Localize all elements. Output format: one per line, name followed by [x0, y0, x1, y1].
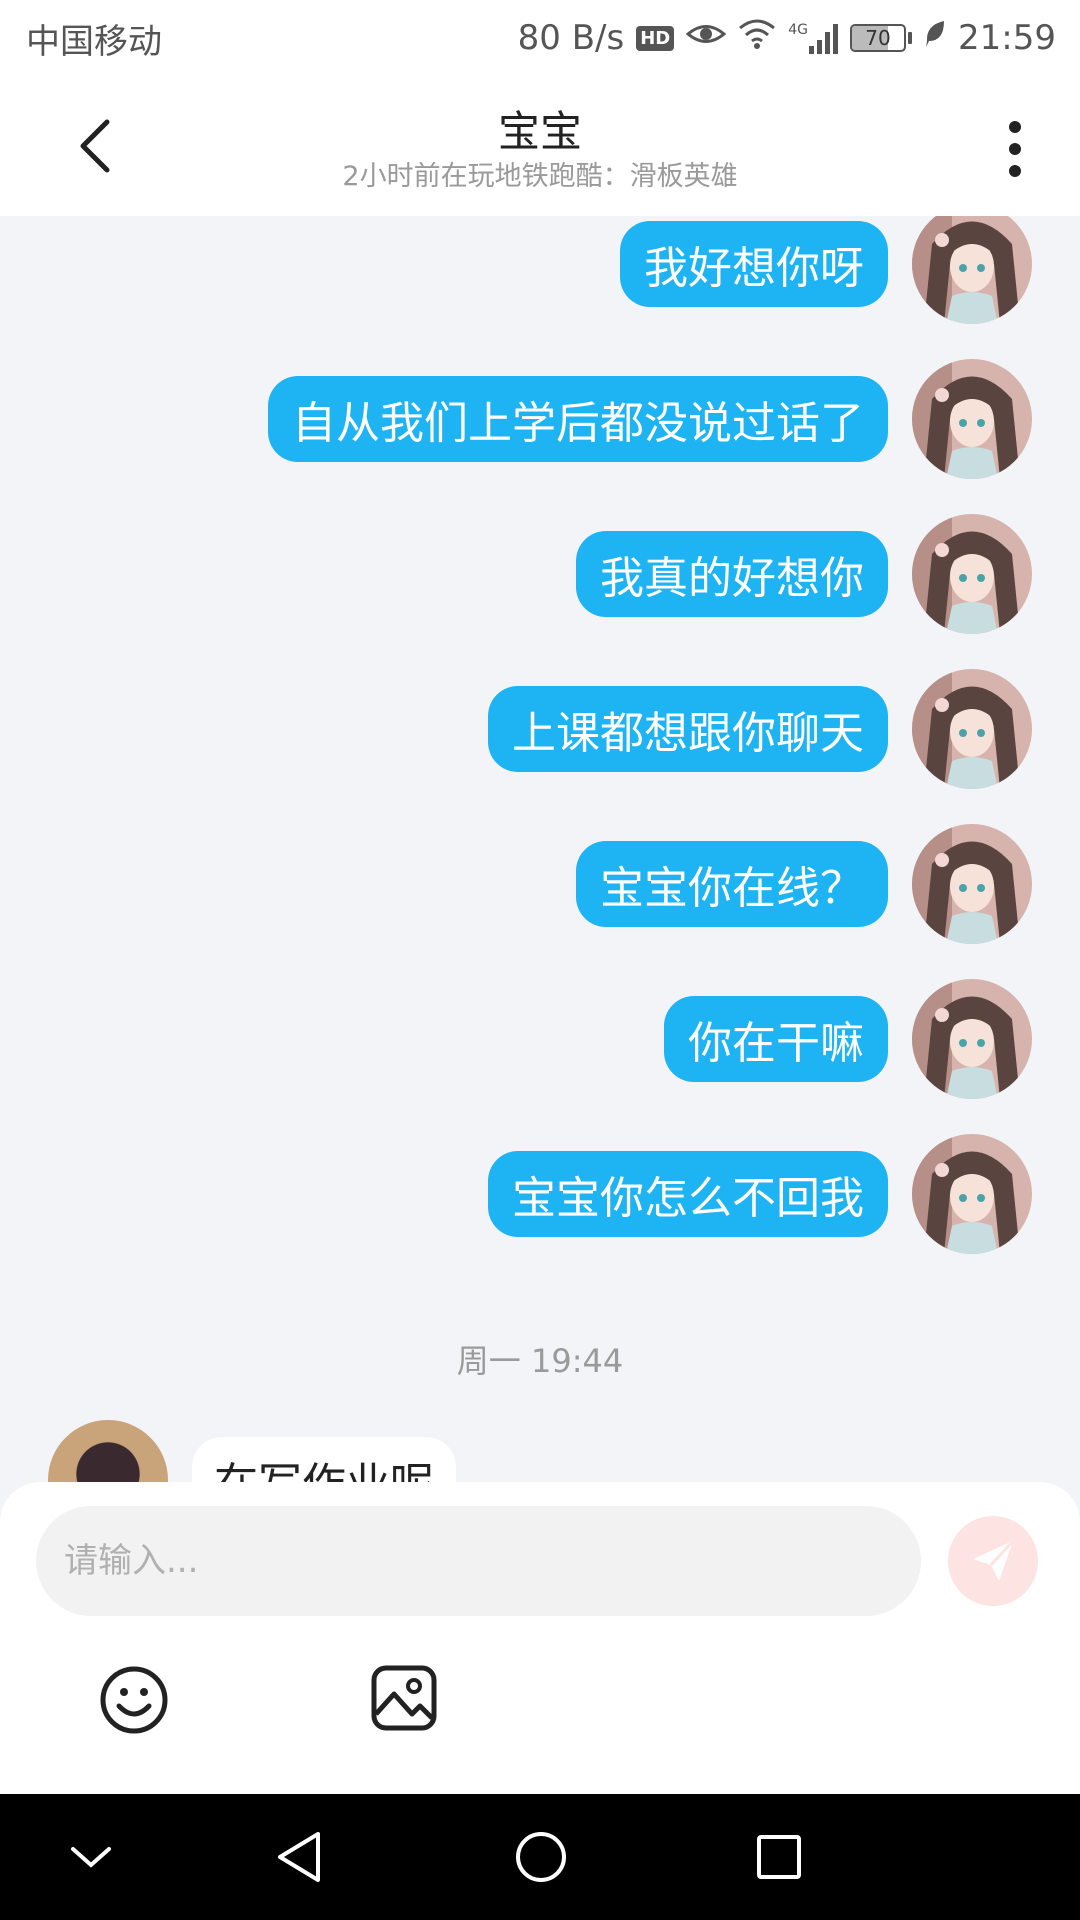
message-bubble[interactable]: 我好想你呀	[620, 221, 888, 307]
outgoing-message: 你在干嘛	[664, 979, 1032, 1099]
my-avatar[interactable]	[912, 1134, 1032, 1254]
emoji-button[interactable]	[98, 1664, 170, 1736]
image-icon	[371, 1665, 437, 1731]
nav-recents-button[interactable]	[746, 1824, 812, 1890]
image-button[interactable]	[370, 1664, 438, 1732]
message-bubble[interactable]: 宝宝你在线？	[576, 841, 888, 927]
chat-title: 宝宝	[497, 107, 582, 156]
my-avatar[interactable]	[912, 979, 1032, 1099]
outgoing-message: 我好想你呀	[620, 216, 1032, 324]
back-triangle-icon	[278, 1832, 320, 1882]
recents-square-icon	[757, 1835, 801, 1879]
my-avatar[interactable]	[912, 216, 1032, 324]
more-vertical-icon	[1009, 121, 1021, 177]
send-button[interactable]	[948, 1516, 1038, 1606]
message-bubble[interactable]: 上课都想跟你聊天	[488, 686, 888, 772]
outgoing-message: 宝宝你在线？	[576, 824, 1032, 944]
message-bubble[interactable]: 你在干嘛	[664, 996, 888, 1082]
message-bubble[interactable]: 我真的好想你	[576, 531, 888, 617]
more-options-button[interactable]	[990, 114, 1040, 184]
incoming-message: 在写作业呢	[48, 1420, 456, 1482]
nav-home-button[interactable]	[508, 1824, 574, 1890]
clock: 21:59	[958, 18, 1056, 58]
chat-header: 宝宝 2小时前在玩地铁跑酷：滑板英雄	[0, 76, 1080, 216]
status-indicators: 80 B/s HD 4G 70 21:59	[518, 18, 1056, 59]
chevron-down-icon	[71, 1847, 111, 1868]
my-avatar[interactable]	[912, 514, 1032, 634]
carrier-label: 中国移动	[26, 21, 162, 62]
composer-panel	[0, 1482, 1080, 1794]
system-nav-bar	[0, 1794, 1080, 1920]
outgoing-message: 宝宝你怎么不回我	[488, 1134, 1032, 1254]
outgoing-message: 我真的好想你	[576, 514, 1032, 634]
contact-avatar[interactable]	[48, 1420, 168, 1482]
my-avatar[interactable]	[912, 824, 1032, 944]
wifi-icon	[738, 18, 776, 59]
home-circle-icon	[516, 1832, 566, 1882]
message-timestamp: 周一 19:44	[456, 1342, 624, 1380]
message-input[interactable]	[36, 1506, 921, 1616]
outgoing-message: 自从我们上学后都没说过话了	[268, 359, 1032, 479]
message-bubble[interactable]: 自从我们上学后都没说过话了	[268, 376, 888, 462]
my-avatar[interactable]	[912, 359, 1032, 479]
battery-icon: 70	[850, 24, 913, 52]
my-avatar[interactable]	[912, 669, 1032, 789]
network-speed: 80 B/s	[517, 18, 625, 58]
chat-status-subtitle: 2小时前在玩地铁跑酷：滑板英雄	[342, 161, 738, 192]
leaf-icon	[924, 18, 946, 58]
hd-badge: HD	[636, 25, 675, 51]
cellular-signal-icon: 4G	[788, 22, 839, 54]
message-bubble[interactable]: 在写作业呢	[192, 1437, 456, 1482]
battery-level: 70	[865, 26, 891, 50]
message-bubble[interactable]: 宝宝你怎么不回我	[488, 1151, 888, 1237]
signal-type-label: 4G	[788, 22, 809, 38]
eye-icon	[685, 18, 727, 58]
message-list[interactable]: 我好想你呀 自从我们上学后都没说过话了 我真的好想你 上课都想跟你聊天 宝宝你在…	[0, 216, 1080, 1482]
emoji-icon	[100, 1666, 168, 1734]
send-icon	[973, 1539, 1015, 1581]
nav-back-button[interactable]	[266, 1824, 332, 1890]
hide-keyboard-button[interactable]	[58, 1824, 124, 1890]
status-bar: 中国移动 80 B/s HD 4G 70 21:59	[0, 0, 1080, 76]
outgoing-message: 上课都想跟你聊天	[488, 669, 1032, 789]
